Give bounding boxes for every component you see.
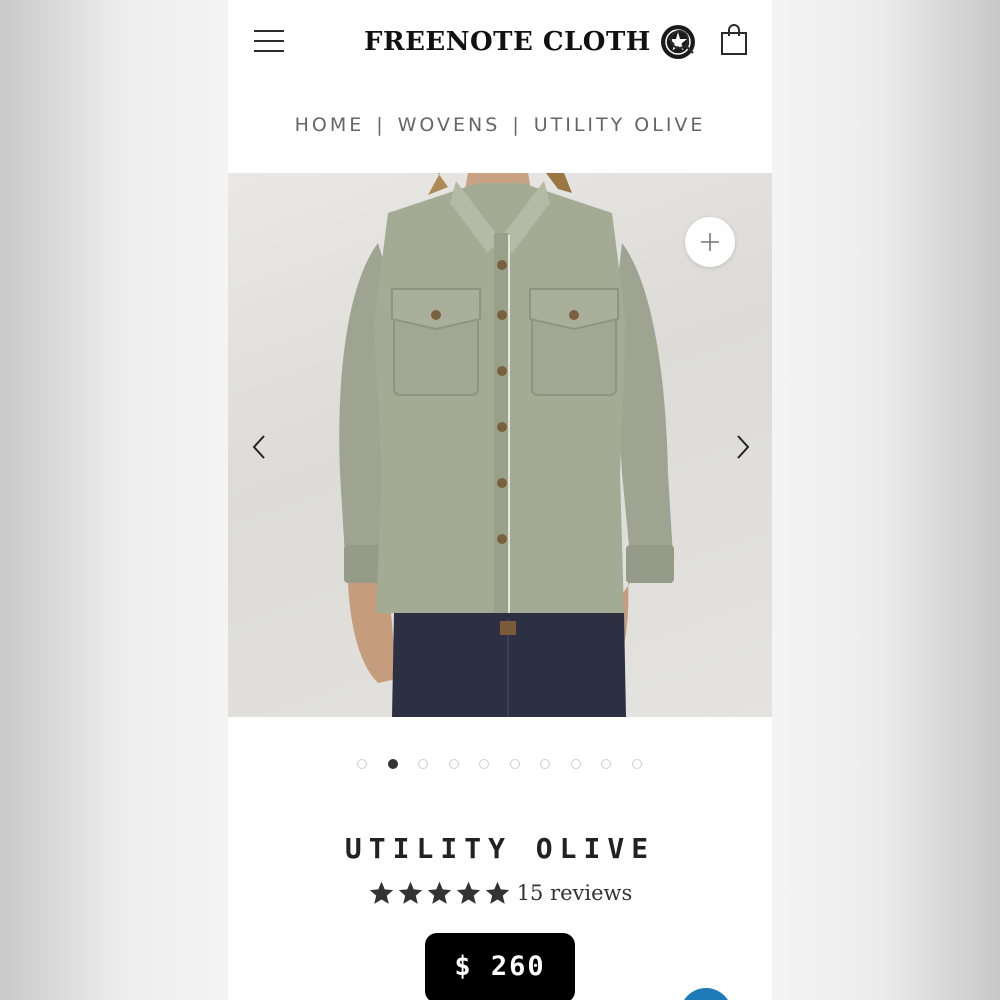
pagination-dot[interactable] [509, 759, 520, 769]
pagination-dot[interactable] [357, 759, 367, 769]
pagination-dot[interactable] [540, 759, 550, 769]
pagination-dot[interactable] [570, 759, 581, 769]
menu-icon [254, 30, 284, 32]
breadcrumb-home[interactable]: HOME [295, 114, 365, 136]
price-badge: $ 260 [425, 933, 575, 1000]
breadcrumb-separator: | [376, 114, 386, 136]
pagination-dot[interactable] [631, 759, 642, 769]
zoom-button[interactable] [685, 217, 735, 267]
chat-button[interactable] [680, 988, 732, 1000]
chevron-left-icon [252, 435, 265, 459]
mobile-page: FREENOTE CLOTH HOME | WOVENS | UTILITY OLIVE [228, 0, 772, 1000]
cart-icon [721, 24, 747, 55]
chevron-right-icon [737, 435, 750, 459]
breadcrumb-separator: | [512, 114, 522, 136]
plus-icon [701, 233, 719, 251]
reviews-link[interactable]: 15 reviews [517, 881, 633, 905]
previous-image-button[interactable] [250, 433, 270, 461]
next-image-button[interactable] [732, 433, 752, 461]
logo-text: FREENOTE CLOTH [364, 27, 651, 57]
pagination-dot[interactable] [448, 759, 459, 769]
breadcrumb-current: UTILITY OLIVE [533, 114, 706, 136]
search-icon [670, 30, 694, 54]
star-icon [398, 881, 422, 904]
product-rating: 15 reviews [228, 880, 772, 906]
menu-icon-bar [254, 40, 284, 42]
breadcrumb-wovens[interactable]: WOVENS [398, 114, 501, 136]
product-gallery[interactable] [228, 173, 772, 717]
star-icon [369, 881, 393, 904]
rating-stars [368, 880, 513, 906]
menu-icon-bar [254, 50, 284, 52]
pagination-dot[interactable] [479, 759, 489, 769]
star-icon [485, 881, 509, 904]
pagination-dot[interactable] [418, 759, 428, 769]
pagination-dot[interactable] [601, 759, 611, 769]
menu-button[interactable] [254, 30, 284, 52]
gallery-pagination [357, 759, 642, 773]
breadcrumb: HOME | WOVENS | UTILITY OLIVE [228, 114, 772, 136]
star-icon [456, 881, 480, 904]
price-value: $ 260 [454, 951, 546, 982]
pagination-dot-active[interactable] [387, 759, 398, 769]
site-header: FREENOTE CLOTH [228, 0, 772, 85]
star-icon [427, 881, 451, 904]
product-title: UTILITY OLIVE [344, 832, 656, 865]
search-button[interactable] [668, 28, 696, 56]
site-logo[interactable]: FREENOTE CLOTH [364, 20, 695, 64]
cart-button[interactable] [720, 24, 748, 56]
